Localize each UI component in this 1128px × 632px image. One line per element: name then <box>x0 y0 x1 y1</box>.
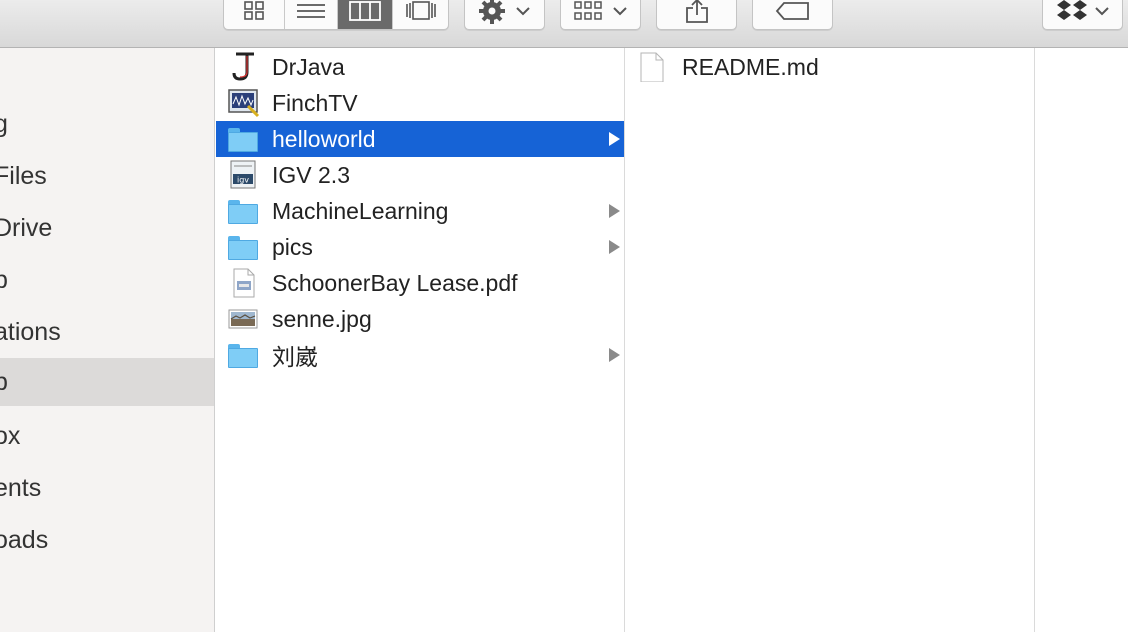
list-item-label: 刘崴 <box>272 344 318 370</box>
icon-view-icon <box>244 1 264 20</box>
sidebar-item-label: ents <box>0 474 42 502</box>
list-item-label: pics <box>272 233 313 260</box>
list-item-label: helloworld <box>272 125 376 152</box>
cover-flow-icon <box>405 1 436 20</box>
chevron-down-icon <box>515 7 530 16</box>
folder-icon <box>228 232 260 262</box>
dropbox-button[interactable] <box>1042 0 1123 30</box>
sidebar-item[interactable]: Drive <box>0 204 214 252</box>
sidebar-item[interactable]: ox <box>0 412 214 460</box>
arrange-grid-icon <box>573 1 602 20</box>
share-button[interactable] <box>656 0 737 30</box>
image-file-icon <box>228 304 260 334</box>
disclosure-arrow-icon <box>609 348 620 362</box>
list-item[interactable]: FinchTV <box>216 85 624 121</box>
sidebar-item-label: ations <box>0 318 61 346</box>
list-item-label: SchoonerBay Lease.pdf <box>272 269 518 296</box>
tag-icon <box>775 2 809 20</box>
disclosure-arrow-icon <box>609 132 620 146</box>
action-button[interactable] <box>464 0 545 30</box>
sidebar-item[interactable]: g <box>0 100 214 148</box>
list-item[interactable]: 刘崴 <box>216 337 624 373</box>
list-item-selected[interactable]: helloworld <box>216 121 624 157</box>
list-item-label: senne.jpg <box>272 305 372 332</box>
chevron-down-icon <box>1094 7 1109 16</box>
gear-icon <box>478 0 505 24</box>
chevron-down-icon <box>612 7 627 16</box>
folder-icon <box>228 196 260 226</box>
igv-app-icon: igv <box>228 160 260 190</box>
browser-column-3 <box>1035 48 1128 632</box>
sidebar-item[interactable]: ations <box>0 308 214 356</box>
disclosure-arrow-icon <box>609 204 620 218</box>
arrange-button[interactable] <box>560 0 641 30</box>
list-item[interactable]: igv IGV 2.3 <box>216 157 624 193</box>
list-item[interactable]: SchoonerBay Lease.pdf <box>216 265 624 301</box>
sidebar-item-label: ox <box>0 422 21 450</box>
sidebar-item[interactable]: oads <box>0 516 214 564</box>
pdf-file-icon <box>228 268 260 298</box>
list-item-label: README.md <box>682 53 819 80</box>
list-item[interactable]: DrJava <box>216 49 624 85</box>
svg-text:igv: igv <box>237 176 249 185</box>
sidebar-item-label: oads <box>0 526 49 554</box>
folder-icon <box>228 124 260 154</box>
list-item[interactable]: MachineLearning <box>216 193 624 229</box>
tag-button[interactable] <box>752 0 833 30</box>
sidebar-item-label: p <box>0 368 8 396</box>
sidebar: g Files Drive p ations p ox ents oads <box>0 48 215 632</box>
list-item[interactable]: README.md <box>625 49 1034 85</box>
list-item-label: FinchTV <box>272 89 358 116</box>
document-file-icon <box>639 52 671 83</box>
browser-column-2: README.md <box>625 48 1035 632</box>
list-item[interactable]: senne.jpg <box>216 301 624 337</box>
dropbox-icon <box>1056 0 1087 20</box>
disclosure-arrow-icon <box>609 240 620 254</box>
view-switcher <box>223 0 449 30</box>
column-view-icon <box>349 1 381 21</box>
share-icon <box>685 0 708 23</box>
icon-view-button[interactable] <box>224 0 285 29</box>
toolbar <box>0 0 1128 48</box>
sidebar-item[interactable]: p <box>0 256 214 304</box>
sidebar-item-selected[interactable]: p <box>0 358 214 406</box>
sidebar-item-label: p <box>0 266 8 294</box>
sidebar-item[interactable]: Files <box>0 152 214 200</box>
list-item-label: MachineLearning <box>272 197 449 224</box>
list-item-label: IGV 2.3 <box>272 161 350 188</box>
folder-icon <box>228 340 260 370</box>
browser-column-1: DrJava FinchTV helloworld igv IGV 2.3 Ma… <box>216 48 625 632</box>
list-item-label: DrJava <box>272 53 345 80</box>
list-item[interactable]: pics <box>216 229 624 265</box>
list-view-icon <box>297 4 325 18</box>
cover-flow-button[interactable] <box>393 0 448 29</box>
sidebar-item[interactable]: ents <box>0 464 214 512</box>
sidebar-item-label: Files <box>0 162 47 190</box>
sidebar-item-label: g <box>0 110 8 138</box>
column-view-button[interactable] <box>338 0 393 29</box>
drjava-app-icon <box>228 52 260 82</box>
sidebar-item-label: Drive <box>0 214 53 242</box>
finchtv-app-icon <box>228 88 260 118</box>
list-view-button[interactable] <box>285 0 338 29</box>
